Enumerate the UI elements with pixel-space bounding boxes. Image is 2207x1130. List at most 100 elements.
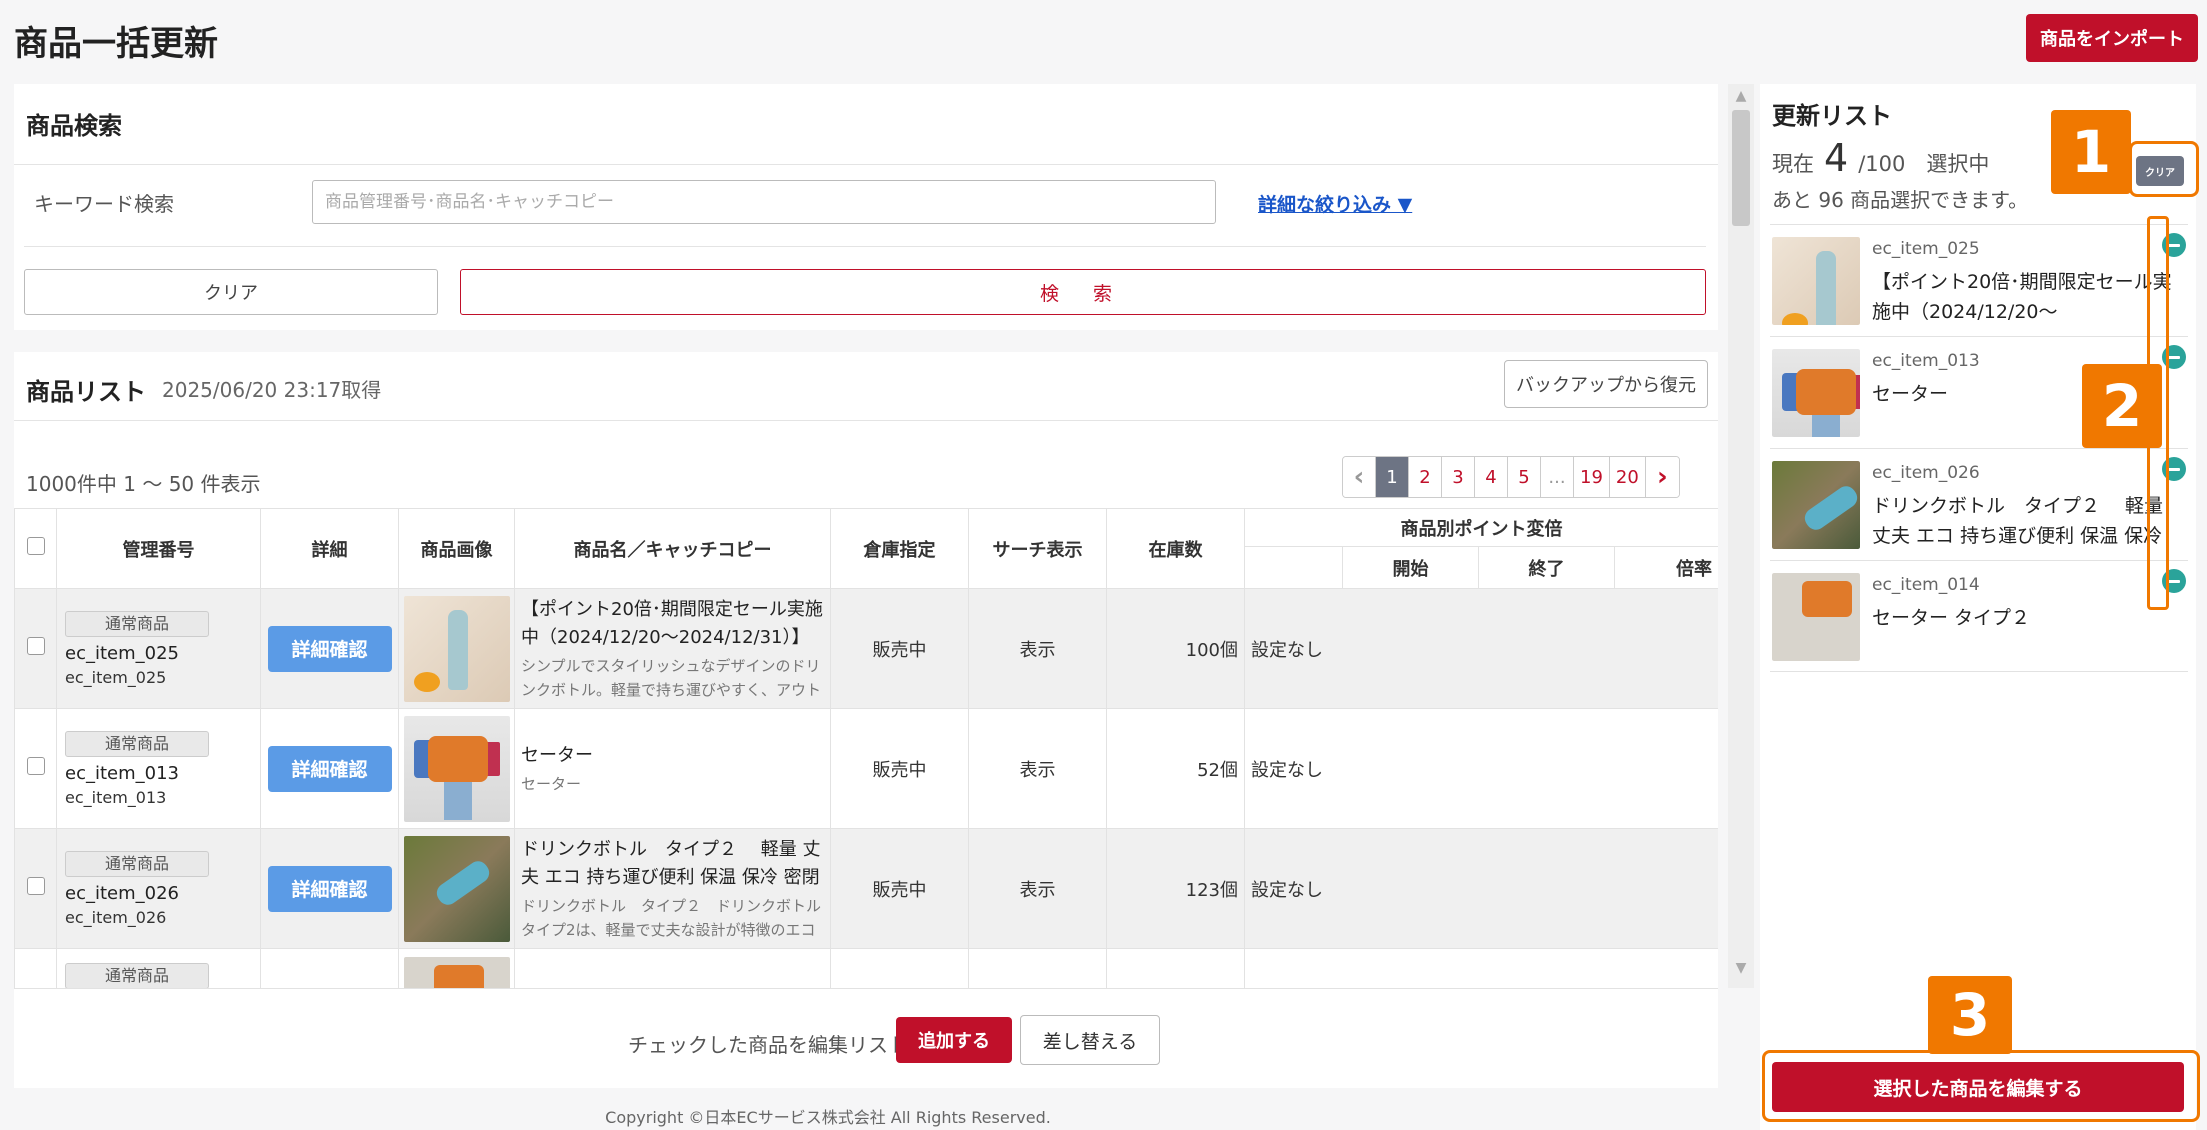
- item-id-sub: ec_item_013: [65, 787, 167, 807]
- pagination-prev-icon[interactable]: ‹: [1343, 457, 1376, 497]
- search-clear-button[interactable]: クリア: [24, 269, 438, 315]
- product-image: [403, 715, 510, 822]
- main-scrollbar[interactable]: ▲ ▼: [1728, 84, 1754, 988]
- replace-list-button[interactable]: 差し替える: [1020, 1015, 1160, 1065]
- row-checkbox[interactable]: [26, 637, 45, 655]
- restore-from-backup-button[interactable]: バックアップから復元: [1504, 360, 1708, 408]
- selected-count-prefix: 現在: [1772, 152, 1814, 176]
- table-row: 通常商品 ec_item_025 ec_item_025 詳細確認 【ポイント2…: [14, 588, 1718, 709]
- points-setting: 設定なし: [1244, 828, 1718, 949]
- item-id: ec_item_026: [1872, 463, 1980, 483]
- selected-count-number: 4: [1824, 136, 1849, 180]
- product-image: [403, 957, 510, 988]
- pagination-page[interactable]: 4: [1475, 457, 1508, 497]
- column-header-detail: 詳細: [260, 508, 399, 589]
- column-header-stock: 在庫数: [1106, 508, 1245, 589]
- selected-count: 現在 4 /100 選択中: [1772, 136, 1989, 180]
- table-row: 通常商品: [14, 948, 1718, 988]
- scroll-down-icon[interactable]: ▼: [1728, 956, 1754, 980]
- callout-box-3: [1762, 1050, 2200, 1122]
- pagination-page[interactable]: 5: [1508, 457, 1541, 497]
- item-id: ec_item_013: [65, 762, 179, 784]
- pagination: ‹ 1 2 3 4 5 ... 19 20 ›: [1342, 456, 1680, 498]
- table-row: 通常商品 ec_item_013 ec_item_013 詳細確認 セーター セ…: [14, 708, 1718, 829]
- add-to-list-button[interactable]: 追加する: [896, 1017, 1012, 1063]
- result-count: 1000件中 1 〜 50 件表示: [26, 472, 261, 496]
- column-header-points: 商品別ポイント変倍: [1244, 508, 1718, 547]
- search-title: 商品検索: [26, 112, 122, 140]
- product-list-title: 商品リスト: [26, 378, 146, 406]
- product-image: [403, 595, 510, 702]
- column-header-search-display: サーチ表示: [968, 508, 1107, 589]
- product-name: 【ポイント20倍･期間限定セール実施中（2024/12/20〜2024/12/3…: [1872, 271, 2172, 323]
- stock-count: 52個: [1106, 708, 1245, 829]
- pagination-page[interactable]: 19: [1574, 457, 1610, 497]
- product-image: [1772, 573, 1860, 661]
- row-checkbox[interactable]: [26, 757, 45, 775]
- pagination-page[interactable]: 3: [1442, 457, 1475, 497]
- product-name: セーター タイプ２: [1872, 607, 2031, 629]
- column-header-start: 開始: [1342, 546, 1479, 589]
- list-item: ec_item_026 ドリンクボトル タイプ２ 軽量 丈夫 エコ 持ち運び便利…: [1770, 448, 2188, 560]
- warehouse-status: 販売中: [830, 708, 969, 829]
- product-name: ドリンクボトル タイプ２ 軽量 丈夫 エコ 持ち運び便利 保温 保冷 密閉性 耐…: [521, 838, 821, 888]
- item-id: ec_item_014: [1872, 575, 1980, 595]
- callout-number-1: 1: [2051, 110, 2131, 194]
- product-list-panel: 商品リスト 2025/06/20 23:17取得 バックアップから復元 1000…: [14, 352, 1718, 988]
- copyright: Copyright ©日本ECサービス株式会社 All Rights Reser…: [605, 1108, 1051, 1127]
- status-badge: 通常商品: [65, 610, 209, 637]
- list-item: ec_item_014 セーター タイプ２: [1770, 560, 2188, 672]
- update-list-panel: 更新リスト 現在 4 /100 選択中 あと 96 商品選択できます。 クリア …: [1760, 84, 2196, 1130]
- divider: [14, 420, 1718, 421]
- item-id-sub: ec_item_026: [65, 907, 167, 927]
- row-checkbox[interactable]: [26, 877, 45, 895]
- table-row: 通常商品 ec_item_026 ec_item_026 詳細確認 ドリンクボト…: [14, 828, 1718, 949]
- advanced-filter-link[interactable]: 詳細な絞り込み ▼: [1258, 190, 1412, 217]
- product-name: セーター: [521, 744, 593, 766]
- column-header-image: 商品画像: [398, 508, 515, 589]
- search-display: 表示: [968, 708, 1107, 829]
- product-image: [1772, 349, 1860, 437]
- status-badge: 通常商品: [65, 850, 209, 877]
- warehouse-status: 販売中: [830, 588, 969, 709]
- status-badge: 通常商品: [65, 730, 209, 757]
- update-list-title: 更新リスト: [1772, 102, 1892, 130]
- catch-copy: シンプルでスタイリッシュなデザインのドリンクボトル。軽量で持ち運びやすく、アウト…: [521, 656, 822, 699]
- detail-button[interactable]: 詳細確認: [267, 745, 392, 792]
- pagination-page[interactable]: 20: [1609, 457, 1646, 497]
- detail-button[interactable]: 詳細確認: [267, 625, 392, 672]
- keyword-search-input[interactable]: [312, 180, 1216, 224]
- search-button[interactable]: 検 索: [460, 269, 1706, 315]
- item-id-sub: ec_item_025: [65, 667, 167, 687]
- select-all-checkbox[interactable]: [26, 537, 45, 555]
- callout-box-1: [2129, 141, 2199, 197]
- pagination-page[interactable]: 1: [1376, 457, 1409, 497]
- update-list: ec_item_025 【ポイント20倍･期間限定セール実施中（2024/12/…: [1770, 224, 2188, 672]
- bulk-action-bar: チェックした商品を編集リストに 追加する 差し替える: [14, 988, 1718, 1088]
- import-products-button[interactable]: 商品をインポート: [2026, 14, 2198, 62]
- product-table: 管理番号 詳細 商品画像 商品名／キャッチコピー 倉庫指定 サーチ表示 在庫数 …: [14, 508, 1718, 988]
- catch-copy: ドリンクボトル タイプ２ ドリンクボトル タイプ2は、軽量で丈夫な設計が特徴のエ…: [521, 896, 822, 939]
- selected-count-suffix: /100 選択中: [1858, 152, 1990, 176]
- search-display: 表示: [968, 588, 1107, 709]
- callout-number-2: 2: [2082, 364, 2162, 448]
- pagination-page[interactable]: 2: [1409, 457, 1442, 497]
- product-image: [403, 835, 510, 942]
- item-id: ec_item_026: [65, 882, 179, 904]
- detail-button[interactable]: 詳細確認: [267, 865, 392, 912]
- column-header-end: 終了: [1478, 546, 1615, 589]
- points-setting: 設定なし: [1244, 588, 1718, 709]
- fetched-timestamp: 2025/06/20 23:17取得: [162, 378, 382, 402]
- status-badge: 通常商品: [65, 963, 209, 988]
- scroll-up-icon[interactable]: ▲: [1728, 84, 1754, 108]
- stock-count: 100個: [1106, 588, 1245, 709]
- search-display: 表示: [968, 828, 1107, 949]
- column-header-warehouse: 倉庫指定: [830, 508, 969, 589]
- scroll-thumb[interactable]: [1732, 110, 1750, 226]
- keyword-label: キーワード検索: [34, 192, 174, 216]
- remaining-count: あと 96 商品選択できます。: [1772, 188, 2029, 212]
- pagination-ellipsis: ...: [1541, 457, 1574, 497]
- pagination-next-icon[interactable]: ›: [1645, 457, 1679, 497]
- product-name: ドリンクボトル タイプ２ 軽量 丈夫 エコ 持ち運び便利 保温 保冷 密閉性…: [1872, 495, 2164, 547]
- item-id: ec_item_025: [1872, 239, 1980, 259]
